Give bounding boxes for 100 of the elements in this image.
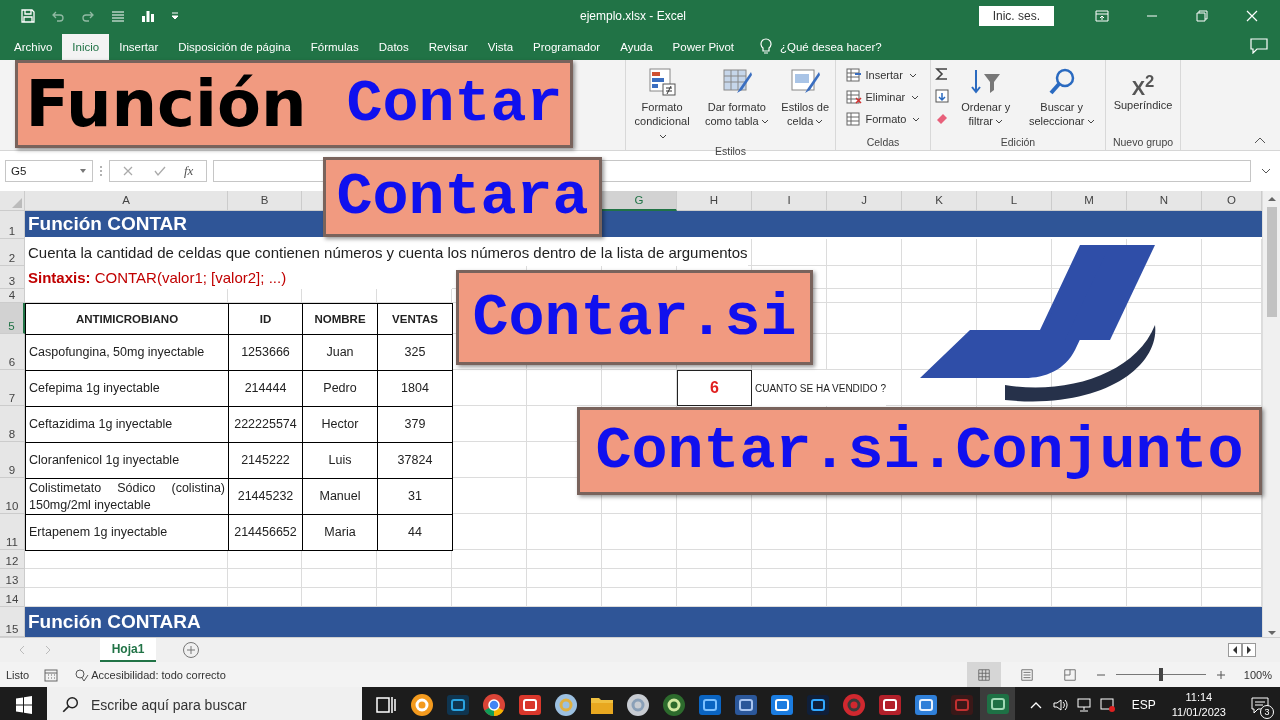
tell-me-field[interactable]: ¿Qué desea hacer?: [779, 41, 882, 53]
ribbon-tab[interactable]: Fórmulas: [300, 34, 369, 60]
expand-caret-icon[interactable]: [1261, 167, 1271, 175]
column-header[interactable]: K: [902, 191, 977, 211]
table-header-cell: VENTAS: [377, 303, 453, 335]
group-label: Nuevo grupo: [1111, 136, 1175, 148]
insert-function-button[interactable]: fx: [184, 163, 194, 179]
table-cell: Pedro: [302, 370, 378, 407]
fill-down-icon[interactable]: [934, 88, 950, 104]
bar-chart-icon[interactable]: [140, 8, 156, 24]
row-header[interactable]: 5: [0, 303, 25, 334]
cells-button[interactable]: Insertar: [843, 66, 919, 84]
language-indicator[interactable]: ESP: [1131, 697, 1156, 712]
row-header[interactable]: 12: [0, 550, 25, 569]
cells-icon: [845, 67, 862, 83]
row-header[interactable]: 2: [0, 239, 25, 266]
volume-icon[interactable]: [1051, 696, 1068, 713]
column-header[interactable]: H: [677, 191, 752, 211]
row-header[interactable]: 3: [0, 266, 25, 289]
row-header[interactable]: 1: [0, 211, 25, 239]
style-button[interactable]: Dar formato como tabla: [699, 64, 775, 131]
restore-icon[interactable]: [1194, 8, 1210, 24]
name-box[interactable]: G5: [5, 160, 93, 182]
list-icon[interactable]: [110, 8, 126, 24]
table-cell: Caspofungina, 50mg inyectable: [25, 334, 229, 371]
column-header[interactable]: G: [602, 191, 677, 211]
style-button[interactable]: Formato condicional: [629, 64, 696, 145]
zoom-in-icon[interactable]: [1215, 669, 1226, 680]
column-header[interactable]: J: [827, 191, 902, 211]
scroll-thumb[interactable]: [1266, 207, 1277, 317]
ribbon-tab[interactable]: Programador: [523, 34, 611, 60]
network-icon[interactable]: [1075, 696, 1092, 713]
vertical-scrollbar[interactable]: [1262, 191, 1280, 637]
superscript-button[interactable]: X$^{2}$ Superíndice: [1111, 64, 1175, 115]
ribbon-tab[interactable]: Disposición de página: [168, 34, 301, 60]
ribbon-tab[interactable]: Archivo: [4, 34, 63, 60]
style-button[interactable]: Estilos de celda: [778, 64, 832, 131]
find-select-button[interactable]: Buscar y seleccionar: [1021, 64, 1102, 131]
ribbon-tab[interactable]: Datos: [368, 34, 419, 60]
ribbon-tab[interactable]: Ayuda: [610, 34, 663, 60]
section-title: Función CONTARA: [25, 607, 1262, 637]
column-header[interactable]: I: [752, 191, 827, 211]
row-header[interactable]: 11: [0, 514, 25, 550]
ribbon-tab[interactable]: Inicio: [62, 34, 110, 60]
table-cell: 1804: [377, 370, 453, 407]
row-header[interactable]: 14: [0, 588, 25, 607]
start-icon[interactable]: [14, 694, 34, 715]
function-name: Contar.si: [472, 283, 797, 352]
table-cell: 44: [377, 514, 453, 551]
column-header[interactable]: N: [1127, 191, 1202, 211]
row-header[interactable]: 9: [0, 442, 25, 478]
conditional-format-icon: [646, 66, 679, 98]
column-header[interactable]: L: [977, 191, 1052, 211]
scroll-left-icon[interactable]: [1228, 643, 1242, 657]
sheet-tab[interactable]: Hoja1: [100, 638, 156, 662]
clock[interactable]: 11:14 11/01/2023: [1171, 690, 1226, 719]
cells-icon: [845, 89, 862, 105]
sign-in-button[interactable]: Inic. ses.: [978, 6, 1054, 26]
row-header[interactable]: 7: [0, 370, 25, 406]
add-sheet-icon[interactable]: [182, 641, 200, 659]
scroll-up-icon[interactable]: [1266, 195, 1277, 203]
row-header[interactable]: 10: [0, 478, 25, 514]
customize-caret-icon[interactable]: [170, 11, 180, 21]
column-header[interactable]: M: [1052, 191, 1127, 211]
ribbon-tab[interactable]: Insertar: [109, 34, 169, 60]
caret-icon: [79, 167, 87, 175]
accessibility-status[interactable]: Accesibilidad: todo correcto: [91, 668, 226, 681]
zoom-slider-thumb[interactable]: [1158, 667, 1163, 681]
table-cell: 214456652: [228, 514, 303, 551]
scroll-right-icon[interactable]: [1242, 643, 1256, 657]
taskbar-search-field[interactable]: Escribe aquí para buscar: [47, 687, 362, 720]
row-header[interactable]: 8: [0, 406, 25, 442]
sort-filter-button[interactable]: Ordenar y filtrar: [954, 64, 1018, 131]
search-icon: [61, 696, 79, 714]
ribbon-display-icon[interactable]: [1094, 8, 1110, 24]
ribbon-tab[interactable]: Revisar: [418, 34, 478, 60]
save-icon[interactable]: [20, 8, 36, 24]
column-header[interactable]: O: [1202, 191, 1262, 211]
normal-view-icon[interactable]: [966, 662, 1001, 687]
ribbon-tab[interactable]: Vista: [477, 34, 524, 60]
close-icon[interactable]: [1244, 8, 1260, 24]
cells-button[interactable]: Formato: [843, 110, 923, 128]
display-alert-icon[interactable]: [1099, 696, 1116, 713]
macro-icon[interactable]: [43, 666, 60, 683]
row-header[interactable]: 13: [0, 569, 25, 588]
zoom-level[interactable]: 100%: [1243, 668, 1272, 681]
ribbon-tab[interactable]: Power Pivot: [662, 34, 744, 60]
row-header[interactable]: 15: [0, 607, 25, 637]
column-header[interactable]: B: [228, 191, 302, 211]
collapse-ribbon-icon[interactable]: [1254, 136, 1266, 144]
comment-icon[interactable]: [1250, 38, 1268, 54]
notification-icon[interactable]: [1250, 694, 1270, 715]
table-cell: 214444: [228, 370, 303, 407]
row-header[interactable]: 6: [0, 334, 25, 370]
accessibility-icon[interactable]: [73, 666, 90, 683]
column-header[interactable]: A: [25, 191, 228, 211]
table-cell: Ceftazidima 1g inyectable: [25, 406, 229, 443]
cells-button[interactable]: Eliminar: [843, 88, 922, 106]
row-header[interactable]: 4: [0, 289, 25, 303]
autosum-icon[interactable]: [934, 66, 950, 82]
